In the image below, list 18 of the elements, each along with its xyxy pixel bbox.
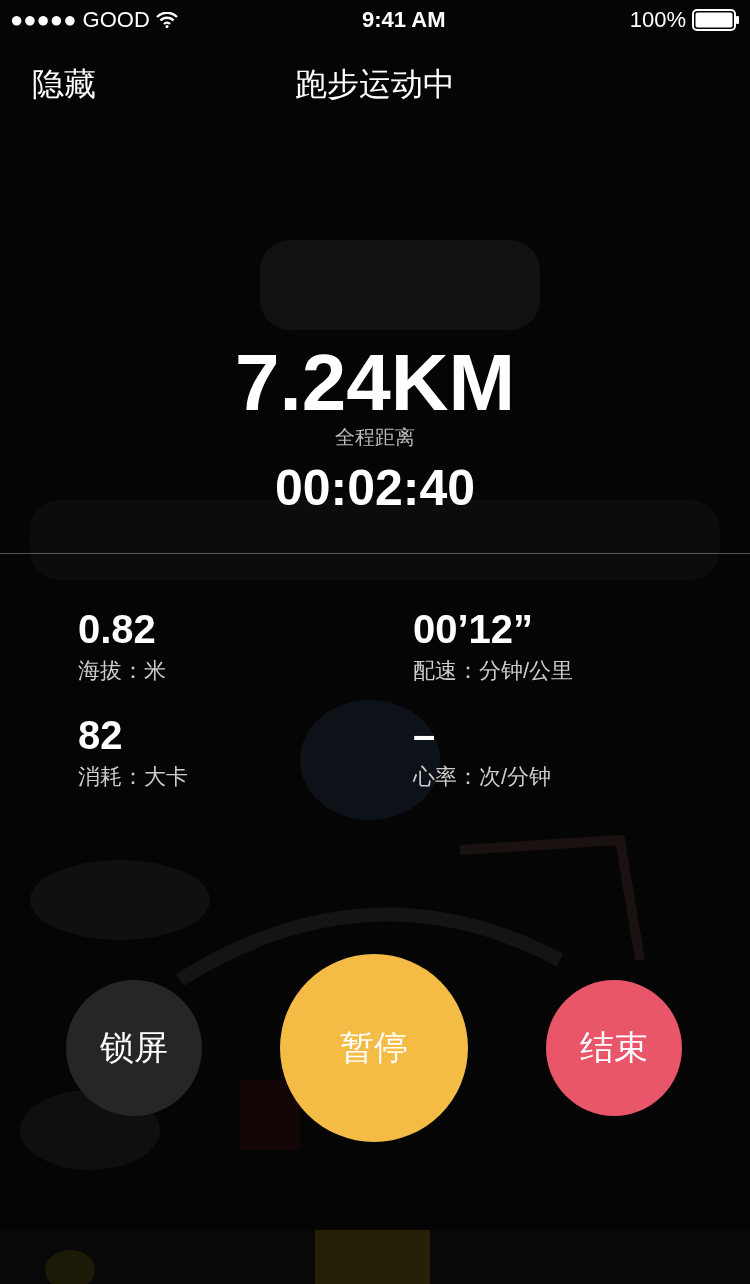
wifi-icon [155,12,178,28]
distance-value: 7.24KM [234,338,516,427]
clock: 9:41 AM [361,7,446,33]
battery-percentage: 100% [629,7,686,33]
signal-strength: ●●●●● GOOD [10,7,178,33]
elapsed-time: 00:02:40 [274,459,476,517]
hide-button[interactable]: 隐藏 [32,63,96,107]
distance-label: 全程距离 [335,425,415,450]
stat-label: 消耗：大卡 [78,763,189,791]
stat-label: 配速：分钟/公里 [413,657,575,685]
stat-label: 海拔：米 [78,657,167,685]
stat-value: – [413,712,437,758]
stat-value: 0.82 [78,606,157,652]
stat-value: 00’12” [413,606,535,652]
stat-value: 82 [78,712,124,758]
battery-icon [692,9,740,31]
screen-title: 跑步运动中 [295,65,455,104]
stat-label: 心率：次/分钟 [413,763,553,791]
